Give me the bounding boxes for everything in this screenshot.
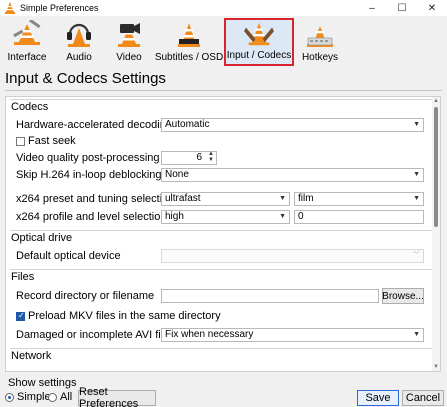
- reset-preferences-button[interactable]: Reset Preferences: [78, 386, 156, 407]
- record-dir-label: Record directory or filename: [16, 290, 155, 302]
- tab-input-codecs[interactable]: Input / Codecs: [224, 18, 294, 66]
- vq-label: Video quality post-processing level: [16, 152, 186, 164]
- x264-tune-value: film: [298, 193, 314, 204]
- tab-subtitles-osd[interactable]: Subtitles / OSD: [154, 18, 224, 66]
- input-codecs-icon: [244, 22, 274, 46]
- maximize-button[interactable]: ☐: [387, 0, 417, 16]
- simple-radio[interactable]: [5, 393, 14, 402]
- dropdown-arrow-icon: ▼: [413, 331, 420, 338]
- tab-label: Input / Codecs: [226, 50, 292, 61]
- window-title: Simple Preferences: [20, 3, 99, 13]
- close-button[interactable]: ✕: [417, 0, 447, 16]
- header-divider: [5, 90, 442, 91]
- vertical-scrollbar[interactable]: ▲ ▼: [432, 97, 440, 371]
- x264-profile-value: high: [165, 211, 184, 222]
- category-toolbar: Interface Audio Video Subtitles / OSD In…: [0, 16, 447, 68]
- optical-device-label: Default optical device: [16, 250, 121, 262]
- tab-hotkeys[interactable]: Hotkeys: [300, 18, 340, 66]
- vlc-cone-icon: [5, 2, 15, 14]
- tab-label: Interface: [7, 52, 47, 63]
- vq-value: 6: [196, 152, 202, 163]
- fast-seek-checkbox[interactable]: [16, 137, 25, 146]
- x264-level-value: 0: [298, 211, 304, 222]
- tab-label: Hotkeys: [301, 52, 339, 63]
- tab-label: Video: [116, 52, 142, 63]
- tab-video[interactable]: Video: [108, 18, 150, 66]
- cancel-button[interactable]: Cancel: [402, 390, 444, 406]
- hw-decoding-select[interactable]: Automatic ▼: [161, 118, 424, 132]
- tab-interface[interactable]: Interface: [4, 18, 50, 66]
- all-radio[interactable]: [48, 393, 57, 402]
- browse-button[interactable]: Browse...: [382, 288, 424, 304]
- settings-panel[interactable]: Codecs Hardware-accelerated decoding Aut…: [5, 96, 441, 372]
- skip-deblock-label: Skip H.264 in-loop deblocking filter: [16, 169, 186, 181]
- hw-decoding-label: Hardware-accelerated decoding: [16, 119, 172, 131]
- scroll-up-icon[interactable]: ▲: [432, 97, 440, 105]
- x264-preset-select[interactable]: ultrafast ▼: [161, 192, 290, 206]
- tab-label: Audio: [66, 52, 92, 63]
- x264-preset-value: ultrafast: [165, 193, 201, 204]
- network-section-title: Network: [11, 350, 52, 362]
- show-settings-label: Show settings: [8, 377, 77, 389]
- dropdown-arrow-icon: ▼: [413, 121, 420, 128]
- all-radio-label: All: [60, 391, 73, 403]
- dropdown-arrow-icon: ▼: [413, 195, 420, 202]
- dropdown-arrow-icon: ▼: [279, 213, 286, 220]
- x264-tune-select[interactable]: film ▼: [294, 192, 424, 206]
- dropdown-arrow-icon: ▼: [413, 171, 420, 178]
- save-button[interactable]: Save: [357, 390, 399, 406]
- record-dir-input[interactable]: [161, 289, 379, 303]
- avi-value: Fix when necessary: [165, 329, 254, 340]
- settings-scroll-area: Codecs Hardware-accelerated decoding Aut…: [6, 97, 432, 371]
- fast-seek-label: Fast seek: [28, 135, 76, 147]
- tab-label: Subtitles / OSD: [154, 52, 224, 63]
- files-section-title: Files: [11, 271, 35, 283]
- preload-mkv-label: Preload MKV files in the same directory: [28, 310, 221, 322]
- skip-deblock-value: None: [165, 169, 189, 180]
- x264-profile-label: x264 profile and level selection: [16, 211, 167, 223]
- x264-level-input[interactable]: 0: [294, 210, 424, 224]
- x264-preset-label: x264 preset and tuning selection: [16, 193, 175, 205]
- codecs-section-title: Codecs: [11, 101, 49, 113]
- skip-deblock-select[interactable]: None ▼: [161, 168, 424, 182]
- optical-section-title: Optical drive: [11, 232, 73, 244]
- x264-profile-select[interactable]: high ▼: [161, 210, 290, 224]
- video-icon: [118, 23, 140, 47]
- spin-arrows-icon[interactable]: ▲ ▼: [208, 151, 214, 163]
- optical-device-select[interactable]: ﹀: [161, 249, 424, 263]
- dropdown-arrow-icon: ▼: [279, 195, 286, 202]
- vq-spinbox[interactable]: 6 ▲ ▼: [161, 151, 217, 165]
- avi-label: Damaged or incomplete AVI file: [16, 329, 170, 341]
- hw-decoding-value: Automatic: [165, 119, 210, 130]
- subtitles-icon: [178, 23, 200, 47]
- hotkeys-icon: [307, 26, 333, 47]
- interface-icon: [13, 20, 41, 45]
- page-title: Input & Codecs Settings: [5, 70, 166, 87]
- title-bar: Simple Preferences – ☐ ✕: [0, 0, 447, 16]
- tab-audio[interactable]: Audio: [58, 18, 100, 66]
- audio-icon: [67, 23, 91, 47]
- dropdown-arrow-icon: ﹀: [413, 252, 420, 259]
- scrollbar-thumb[interactable]: [434, 107, 438, 227]
- minimize-button[interactable]: –: [357, 0, 387, 16]
- scroll-down-icon[interactable]: ▼: [432, 363, 440, 371]
- preload-mkv-checkbox[interactable]: [16, 311, 25, 321]
- avi-select[interactable]: Fix when necessary ▼: [161, 328, 424, 342]
- simple-radio-label: Simple: [17, 391, 51, 403]
- network-section: [10, 348, 432, 371]
